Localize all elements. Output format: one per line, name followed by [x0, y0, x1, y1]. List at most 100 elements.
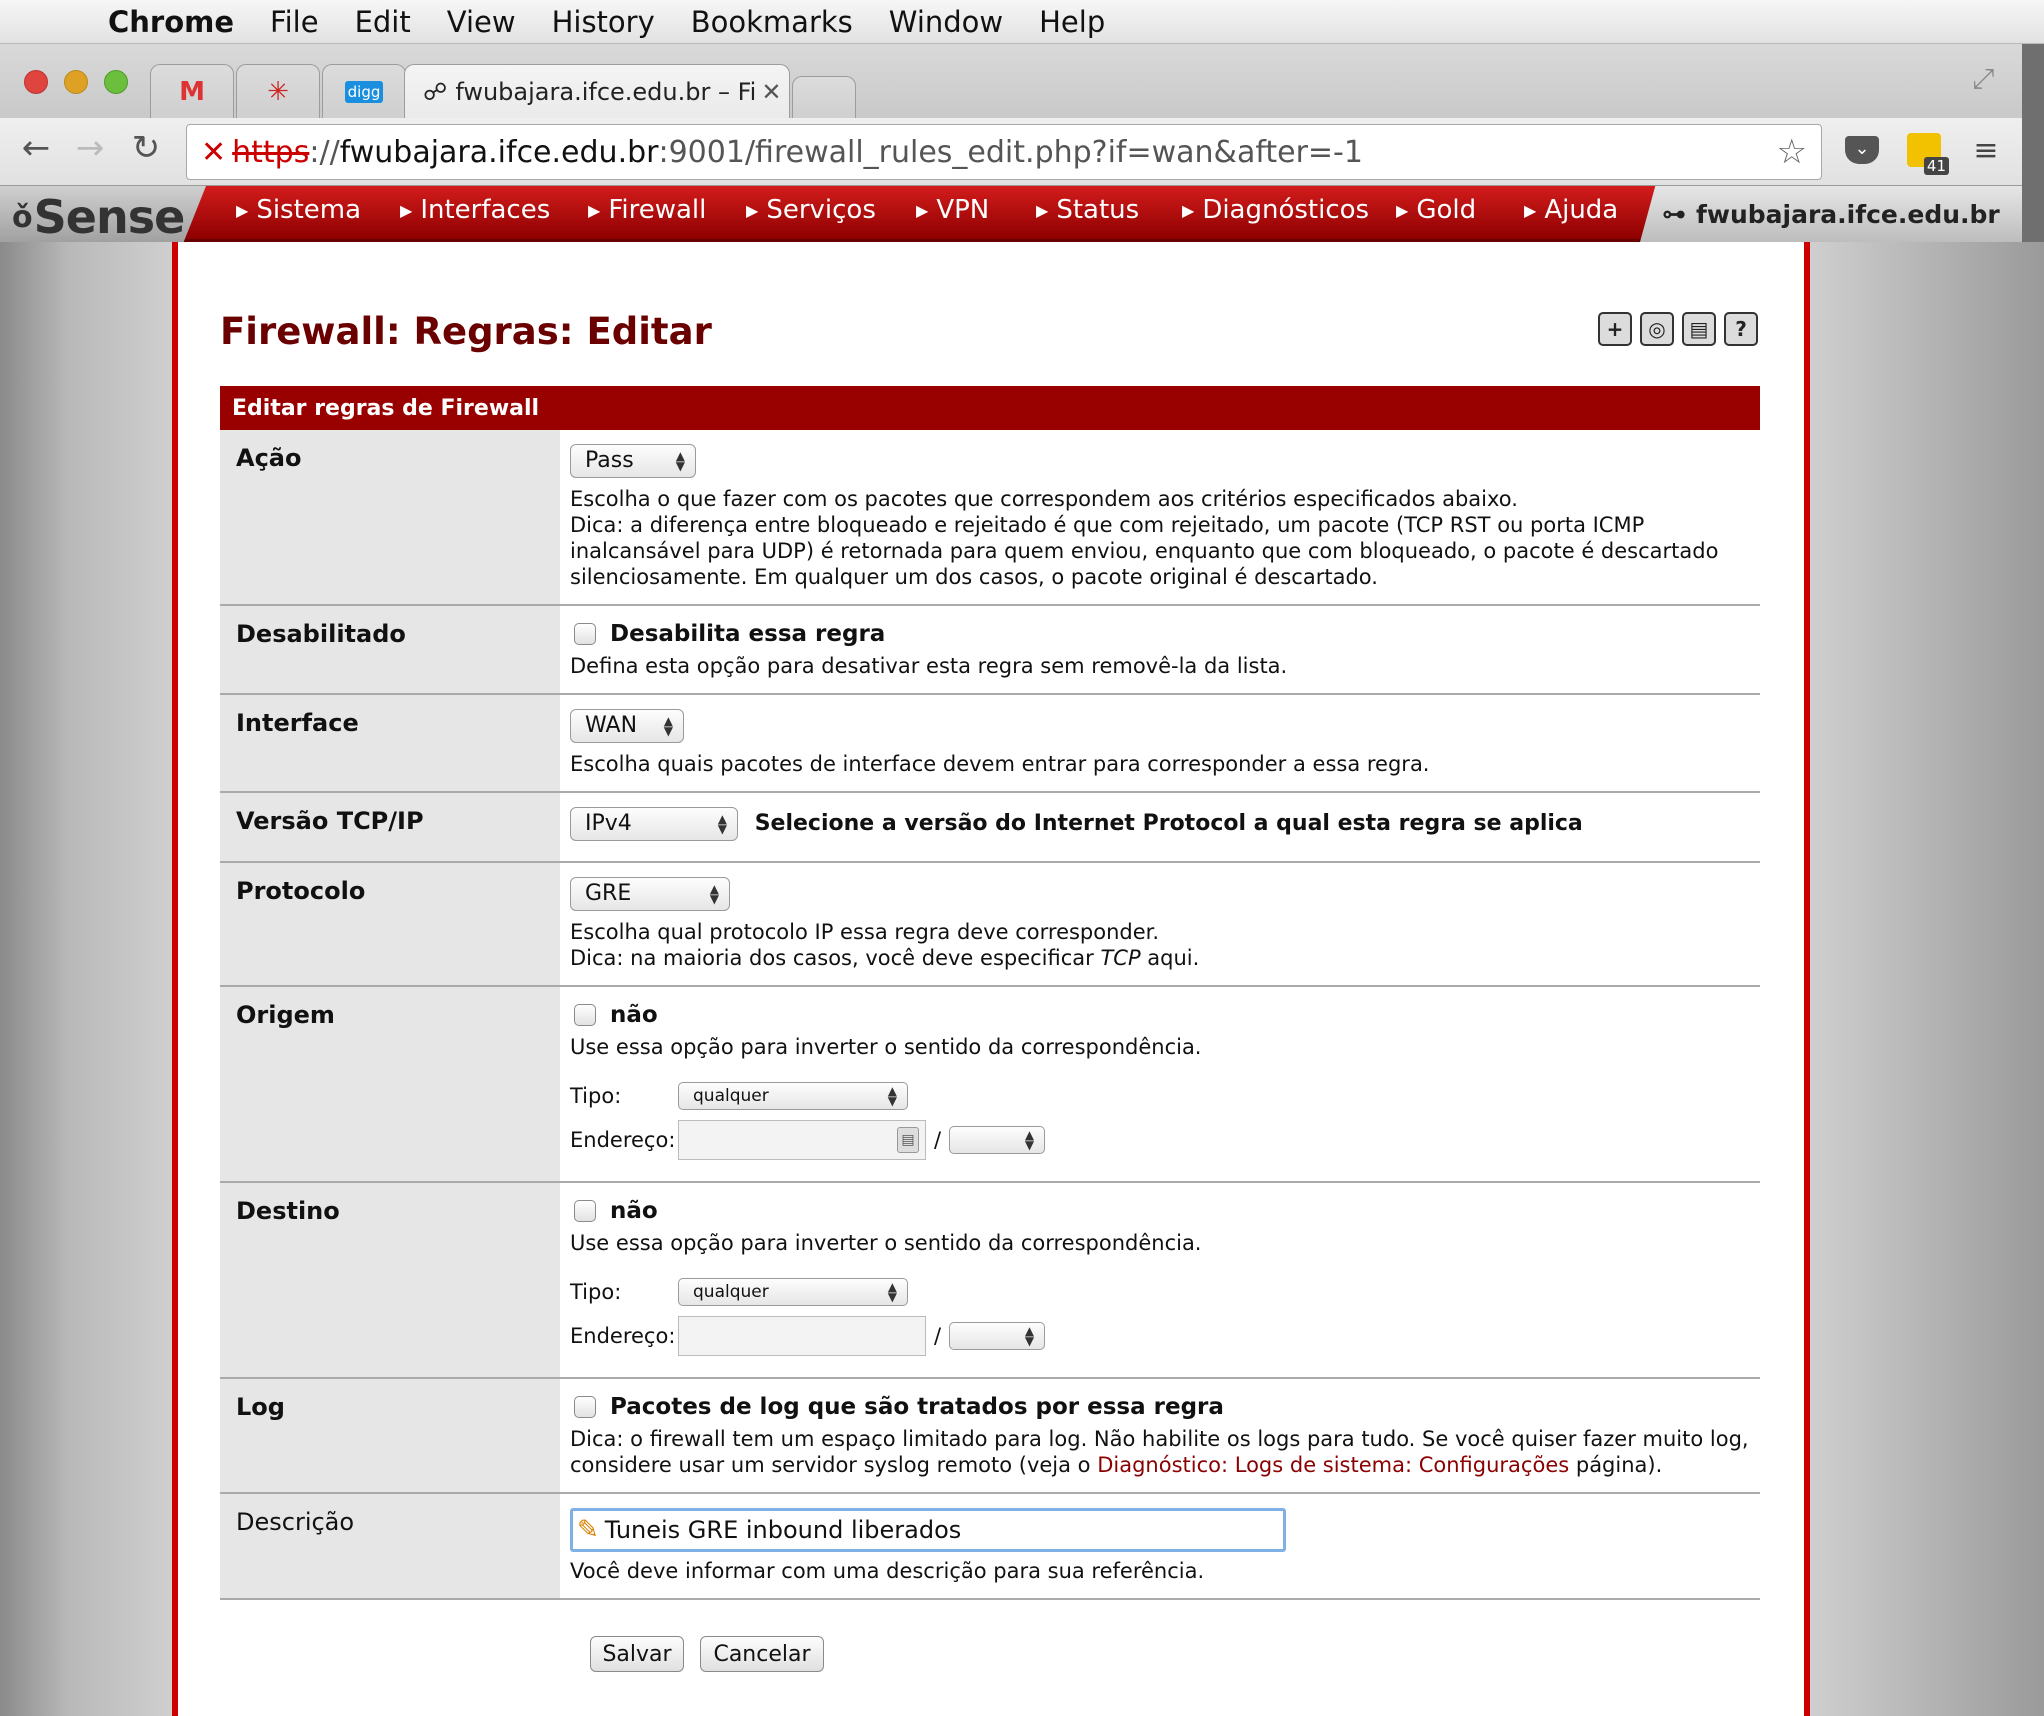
panel-title: Editar regras de Firewall — [220, 386, 1760, 430]
origem-help: Use essa opção para inverter o sentido d… — [570, 1035, 1202, 1059]
settings-icon[interactable]: ◎ — [1640, 312, 1674, 346]
pfsense-icon: ☍ — [423, 77, 448, 106]
log-checkbox-label: Pacotes de log que são tratados por essa… — [610, 1394, 1224, 1420]
nav-diagnosticos[interactable]: ▶ Diagnósticos — [1182, 186, 1369, 234]
destino-tipo-select[interactable]: qualquer ▲ ▼ — [678, 1278, 908, 1306]
reload-icon[interactable]: ↻ — [124, 126, 168, 170]
desabilitado-checkbox[interactable] — [574, 623, 596, 645]
address-book-icon[interactable]: ▤ — [897, 1127, 919, 1153]
log-checkbox[interactable] — [574, 1396, 596, 1418]
add-icon[interactable]: + — [1598, 312, 1632, 346]
nav-gold[interactable]: ▶ Gold — [1396, 186, 1476, 234]
origem-label: Origem — [220, 986, 560, 1183]
acao-help: Escolha o que fazer com os pacotes que c… — [570, 487, 1518, 511]
versao-help: Selecione a versão do Internet Protocol … — [754, 811, 1583, 836]
nav-interfaces[interactable]: ▶ Interfaces — [400, 186, 550, 234]
header-icons: + ◎ ▤ ? — [1598, 312, 1758, 346]
close-tab-icon[interactable]: ✕ — [761, 78, 781, 106]
zoom-window-button[interactable] — [104, 70, 128, 94]
menu-window[interactable]: Window — [889, 5, 1003, 39]
gmail-icon: M — [179, 76, 205, 107]
menu-history[interactable]: History — [552, 5, 655, 39]
destino-tipo-label: Tipo: — [570, 1280, 622, 1304]
save-button[interactable]: Salvar — [590, 1636, 684, 1672]
menu-help[interactable]: Help — [1039, 5, 1105, 39]
origem-not-checkbox[interactable] — [574, 1004, 596, 1026]
select-arrows-icon: ▲ ▼ — [887, 1280, 897, 1304]
address-bar[interactable]: ✕ https://fwubajara.ifce.edu.br:9001/fir… — [186, 124, 1822, 180]
select-arrows-icon: ▲ ▼ — [887, 1084, 897, 1108]
menu-view[interactable]: View — [447, 5, 516, 39]
destino-endereco-input[interactable] — [678, 1316, 926, 1356]
url-host: fwubajara.ifce.edu.br — [339, 134, 659, 170]
destino-not-checkbox[interactable] — [574, 1200, 596, 1222]
chrome-menu-icon[interactable]: ≡ — [1964, 128, 2008, 172]
descricao-input[interactable]: ✎ Tuneis GRE inbound liberados — [570, 1508, 1286, 1552]
background-right — [1810, 242, 2044, 1716]
desabilitado-checkbox-label: Desabilita essa regra — [610, 621, 886, 647]
nav-status[interactable]: ▶ Status — [1036, 186, 1139, 234]
acao-hint: Dica: a diferença entre bloqueado e reje… — [570, 513, 1719, 589]
versao-select[interactable]: IPv4 ▲ ▼ — [570, 807, 738, 841]
minimize-window-button[interactable] — [64, 70, 88, 94]
menu-edit[interactable]: Edit — [355, 5, 411, 39]
nav-sistema[interactable]: ▶ Sistema — [236, 186, 361, 234]
pfsense-logo[interactable]: ǒ Sense — [0, 186, 206, 248]
log-icon[interactable]: ▤ — [1682, 312, 1716, 346]
select-arrows-icon: ▲ ▼ — [675, 449, 685, 473]
origem-endereco-input[interactable]: ▤ — [678, 1120, 926, 1160]
row-log: Log Pacotes de log que são tratados por … — [220, 1378, 1760, 1494]
url-path: :9001/firewall_rules_edit.php?if=wan&aft… — [658, 134, 1363, 170]
tab-pinned-2[interactable]: ✳ — [236, 64, 320, 118]
nav-ajuda[interactable]: ▶ Ajuda — [1524, 186, 1618, 234]
back-icon[interactable]: ← — [14, 126, 58, 170]
tab-active[interactable]: ☍ fwubajara.ifce.edu.br – Fire ✕ — [404, 64, 790, 118]
menu-app-name[interactable]: Chrome — [108, 5, 234, 39]
menu-bookmarks[interactable]: Bookmarks — [691, 5, 853, 39]
tab-digg[interactable]: digg — [322, 64, 406, 118]
nav-firewall[interactable]: ▶ Firewall — [588, 186, 706, 234]
log-label: Log — [220, 1378, 560, 1494]
tab-gmail[interactable]: M — [150, 64, 234, 118]
descricao-help: Você deve informar com uma descrição par… — [570, 1559, 1205, 1583]
cancel-button[interactable]: Cancelar — [700, 1636, 824, 1672]
pocket-icon[interactable]: ⌄ — [1840, 128, 1884, 172]
menu-file[interactable]: File — [270, 5, 319, 39]
help-icon[interactable]: ? — [1724, 312, 1758, 346]
fullscreen-icon[interactable]: ⤢ — [1972, 62, 1994, 96]
destino-mask-select[interactable]: ▲ ▼ — [949, 1322, 1046, 1350]
pencil-icon: ✎ — [577, 1515, 599, 1545]
log-settings-link[interactable]: Diagnóstico: Logs de sistema: Configuraç… — [1097, 1453, 1569, 1477]
row-interface: Interface WAN ▲ ▼ Escolha quais pacotes de… — [220, 694, 1760, 793]
network-icon: ⊶ — [1662, 200, 1686, 228]
new-tab-button[interactable] — [792, 76, 856, 118]
extension-icon[interactable]: 41 — [1902, 128, 1949, 175]
destino-slash: / — [934, 1324, 942, 1348]
bookmark-star-icon[interactable]: ☆ — [1777, 132, 1807, 172]
interface-select[interactable]: WAN ▲ ▼ — [570, 709, 684, 743]
destino-label: Destino — [220, 1182, 560, 1379]
origem-tipo-select[interactable]: qualquer ▲ ▼ — [678, 1082, 908, 1110]
row-versao: Versão TCP/IP IPv4 ▲ ▼ Selecione a versão … — [220, 792, 1760, 863]
close-window-button[interactable] — [24, 70, 48, 94]
select-arrows-icon: ▲ ▼ — [1024, 1128, 1035, 1152]
select-arrows-icon: ▲ ▼ — [663, 714, 673, 738]
background-left — [0, 242, 172, 1716]
digg-icon: digg — [344, 80, 384, 103]
acao-select[interactable]: Pass ▲ ▼ — [570, 444, 696, 478]
url-scheme: https — [232, 134, 310, 170]
destino-help: Use essa opção para inverter o sentido d… — [570, 1231, 1202, 1255]
row-acao: Ação Pass ▲ ▼ Escolha o que fazer com os p… — [220, 430, 1760, 606]
rule-form: Ação Pass ▲ ▼ Escolha o que fazer com os p… — [220, 430, 1760, 1600]
origem-endereco-label: Endereço: — [570, 1128, 676, 1152]
origem-mask-select[interactable]: ▲ ▼ — [949, 1126, 1046, 1154]
protocolo-select[interactable]: GRE ▲ ▼ — [570, 877, 730, 911]
nav-vpn[interactable]: ▶ VPN — [916, 186, 989, 234]
forward-icon[interactable]: → — [68, 126, 112, 170]
nav-servicos[interactable]: ▶ Serviços — [746, 186, 876, 234]
page-title: Firewall: Regras: Editar — [220, 310, 712, 353]
interface-help: Escolha quais pacotes de interface devem… — [570, 752, 1430, 776]
destino-endereco-label: Endereço: — [570, 1324, 676, 1348]
origem-slash: / — [934, 1128, 942, 1152]
protocolo-hint: Dica: na maioria dos casos, você deve es… — [570, 946, 1200, 970]
